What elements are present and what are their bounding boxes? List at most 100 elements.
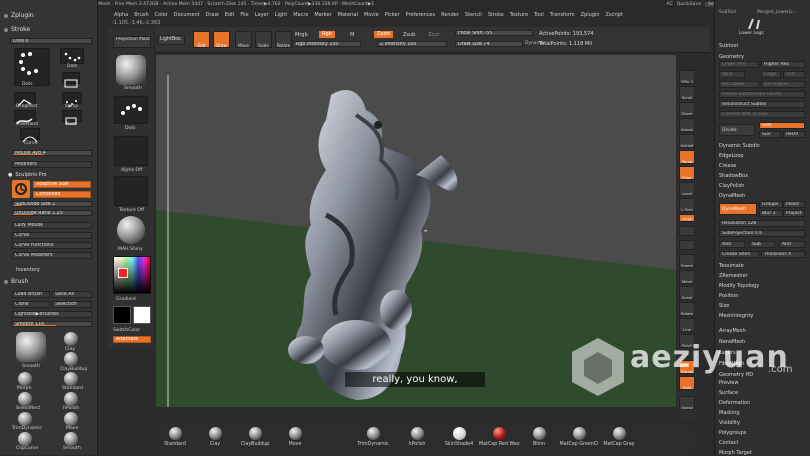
curve-modifiers-button[interactable]: Curve Modifiers	[12, 252, 92, 259]
deformation-item[interactable]: Deformation	[719, 400, 750, 406]
menu-alpha[interactable]: Alpha	[114, 12, 128, 18]
standard-brush-thumb[interactable]	[64, 352, 78, 366]
tessimate-item[interactable]: Tessimate	[719, 263, 744, 269]
draw-size-slider[interactable]: Draw Size 74	[455, 41, 523, 47]
gxyz-button[interactable]: Gxyz	[679, 214, 695, 222]
groups-toggle[interactable]: Groups	[759, 201, 783, 208]
sym-icon[interactable]	[679, 226, 695, 236]
blinn-material-slot[interactable]: Blinn	[519, 427, 559, 447]
menu-picker[interactable]: Picker	[385, 12, 400, 18]
floor-button[interactable]: Floor	[679, 166, 695, 180]
hpolish-brush-slot[interactable]: hPolish	[397, 427, 437, 447]
frame-button[interactable]: Frame	[679, 254, 695, 268]
morph-brush-thumb[interactable]	[18, 372, 32, 386]
size-item[interactable]: Size	[719, 303, 729, 309]
masking-item[interactable]: Masking	[719, 410, 740, 416]
local-button[interactable]: Local	[679, 182, 695, 196]
stroke-spray-thumb[interactable]	[62, 92, 82, 107]
move-view-button[interactable]: Move	[679, 270, 695, 284]
menu-stencil[interactable]: Stencil	[465, 12, 482, 18]
resolution-slider[interactable]: Resolution 128	[719, 220, 805, 227]
focal-shift-slider[interactable]: Focal Shift -55	[455, 30, 533, 36]
main-color-swatch[interactable]	[113, 306, 131, 324]
menu-draw[interactable]: Draw	[206, 12, 219, 18]
del-higher-button[interactable]: Del Higher	[761, 81, 805, 88]
menu-marker[interactable]: Marker	[314, 12, 331, 18]
freeze-subdiv-button[interactable]: Freeze SubDivision Levels	[719, 91, 805, 98]
menu-preferences[interactable]: Preferences	[406, 12, 435, 18]
zoom-button[interactable]: Zoom	[679, 102, 695, 116]
dynamic-subdiv-item[interactable]: Dynamic Subdiv	[719, 143, 760, 149]
morph-target-item[interactable]: Morph Target	[719, 450, 752, 456]
standard-brush-slot[interactable]: Standard	[155, 427, 195, 447]
axis-icon[interactable]	[679, 240, 695, 250]
mouse-avg-slider[interactable]: Mouse Avg 4	[12, 150, 92, 156]
adaptive-size-button[interactable]: Adaptive Size	[33, 181, 91, 188]
project-toggle[interactable]: Project	[783, 210, 805, 217]
blur-slider[interactable]: Blur 2	[759, 210, 783, 217]
smt-toggle[interactable]: Smt	[759, 122, 805, 129]
gradient-label[interactable]: Gradient	[116, 297, 136, 302]
subtool-preview-icon[interactable]	[745, 16, 765, 30]
dots-slider[interactable]: Dots 0	[10, 38, 92, 44]
del-lower-button[interactable]: Del Lower	[719, 81, 759, 88]
shadowbox-item[interactable]: ShadowBox	[719, 173, 748, 179]
actual-button[interactable]: Actual	[679, 118, 695, 132]
matcap-greencl-slot[interactable]: MatCap GreenCl	[559, 427, 599, 447]
save-as-button[interactable]: Save As	[52, 291, 92, 298]
ac-label[interactable]: AC	[667, 2, 673, 7]
combined-button[interactable]: Combined	[33, 191, 91, 198]
matcap-red-wax-slot[interactable]: MatCap Red Wax	[479, 427, 520, 447]
mrgb-button[interactable]: Mrgb	[295, 33, 308, 38]
menu-zplugin[interactable]: Zplugin	[581, 12, 600, 18]
contact-item[interactable]: Contact	[719, 440, 738, 446]
selection-button[interactable]: Selection	[52, 301, 92, 308]
smooth2-brush-thumb[interactable]	[64, 432, 78, 446]
subdivide-size-slider[interactable]: SubDivide Size 1	[12, 201, 92, 207]
persp-button[interactable]: Persp	[679, 150, 695, 164]
convert-bpr-button[interactable]: Convert BPR To Geo	[719, 111, 805, 118]
menu-movie[interactable]: Movie	[364, 12, 379, 18]
selectrect-brush-thumb[interactable]	[18, 392, 32, 406]
hpolish-brush-thumb[interactable]	[64, 392, 78, 406]
lower-res-button[interactable]: Lower Res	[719, 61, 759, 68]
zsub-button[interactable]: Zsub	[403, 33, 415, 38]
sculptris-pro-header[interactable]: ● Sculptris Pro	[8, 172, 47, 178]
divide-button[interactable]: Divide	[719, 124, 755, 136]
polish-toggle[interactable]: Polish	[783, 201, 805, 208]
aahalf-button[interactable]: AAHalf	[679, 134, 695, 148]
rotate-view-button[interactable]: Rotate	[679, 302, 695, 316]
alpha-thumb[interactable]	[114, 136, 148, 166]
clay-brush-thumb[interactable]	[64, 332, 78, 346]
menu-layer[interactable]: Layer	[255, 12, 269, 18]
stroke-dragrect2-thumb[interactable]	[14, 92, 36, 107]
reconstruct-subdiv-button[interactable]: Reconstruct Subdiv	[719, 101, 805, 108]
reuv-toggle[interactable]: ReUV	[783, 131, 805, 138]
menu-document[interactable]: Document	[174, 12, 200, 18]
scale-view-button[interactable]: Scale	[679, 286, 695, 300]
meshintegrity-item[interactable]: MeshIntegrity	[719, 313, 753, 319]
trimdynamic-brush-slot[interactable]: TrimDynamic	[353, 427, 393, 447]
menu-edit[interactable]: Edit	[225, 12, 235, 18]
edit-mode-button[interactable]: Edit	[193, 31, 210, 48]
zcut-button[interactable]: Zcut	[428, 33, 439, 38]
menu-macro[interactable]: Macro	[293, 12, 308, 18]
modifiers-button[interactable]: Modifiers	[12, 161, 92, 168]
clipcurve-brush-thumb[interactable]	[18, 432, 32, 446]
position-item[interactable]: Position	[719, 293, 738, 299]
rgb-intensity-slider[interactable]: Rgb Intensity 100	[293, 41, 361, 47]
menu-brush[interactable]: Brush	[134, 12, 148, 18]
skinshade4-material-slot[interactable]: SkinShade4	[439, 427, 479, 447]
z-intensity-slider[interactable]: Z Intensity 100	[377, 41, 447, 47]
menu-file[interactable]: File	[240, 12, 248, 18]
suv-toggle[interactable]: Suv	[759, 131, 781, 138]
menu-tool[interactable]: Tool	[534, 12, 544, 18]
clay-brush-slot[interactable]: Clay	[195, 427, 235, 447]
lazy-mouse-button[interactable]: Lazy Mouse	[12, 222, 92, 229]
rstr-button[interactable]: Rstr	[783, 71, 805, 78]
alternate-button[interactable]: Alternate	[113, 336, 151, 343]
higher-res-button[interactable]: Higher Res	[761, 61, 805, 68]
smooth-brush-slider[interactable]: Smooth 116	[12, 321, 92, 327]
stroke-freehand-thumb[interactable]	[14, 110, 36, 125]
secondary-color-swatch[interactable]	[133, 306, 151, 324]
